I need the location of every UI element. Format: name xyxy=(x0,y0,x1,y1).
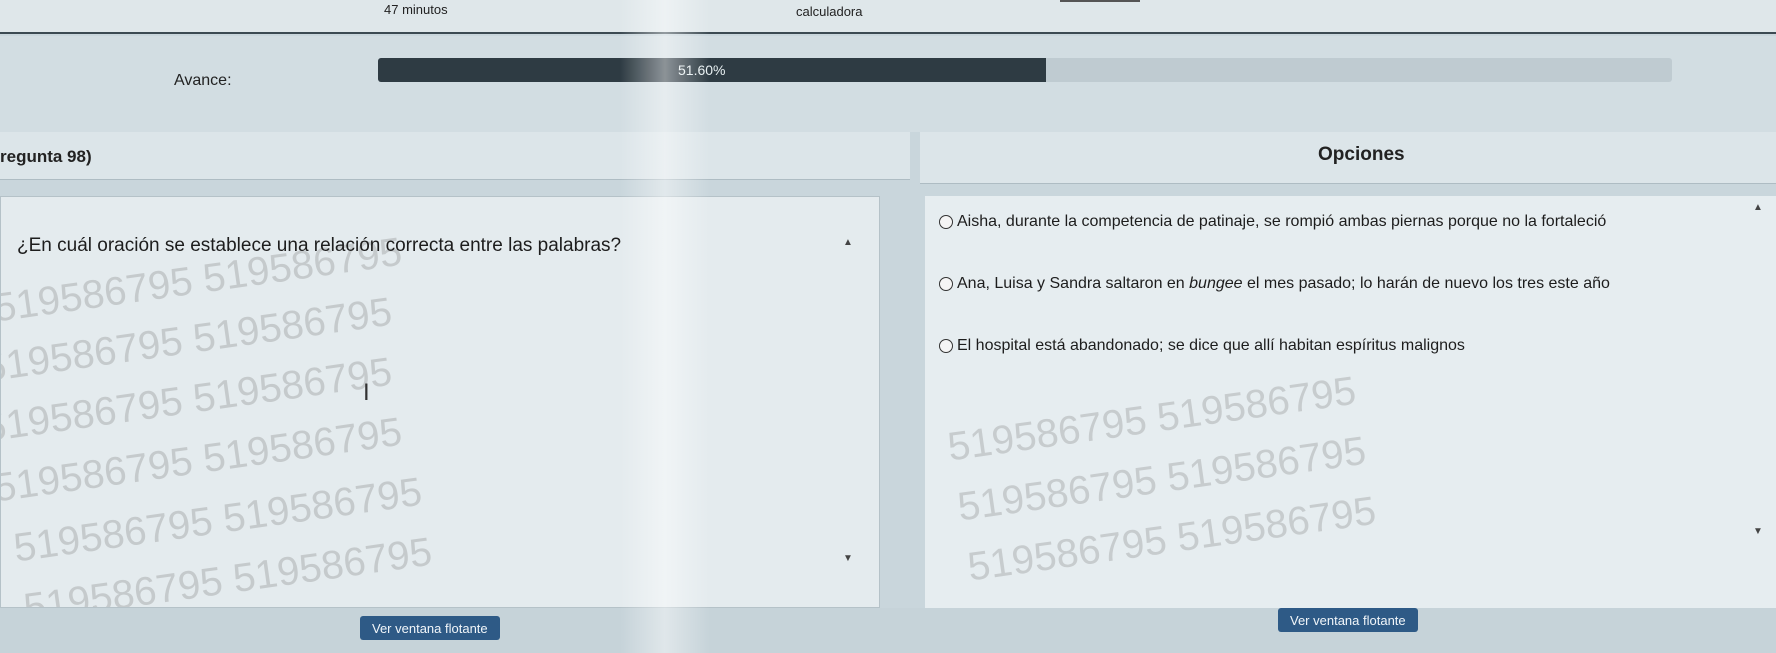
question-panel: 519586795 519586795 519586795 519586795 … xyxy=(0,196,880,608)
floating-window-button-question[interactable]: Ver ventana flotante xyxy=(360,616,500,640)
option-text-part: Ana, Luisa y Sandra saltaron en xyxy=(957,275,1190,292)
progress-bar xyxy=(378,58,1672,82)
scroll-down-icon[interactable]: ▼ xyxy=(843,553,853,564)
scroll-up-icon[interactable]: ▲ xyxy=(1753,202,1763,213)
bottom-bar: Ver ventana flotante Ver ventana flotant… xyxy=(0,608,1776,653)
options-header: Opciones xyxy=(920,132,1776,184)
floating-window-button-options[interactable]: Ver ventana flotante xyxy=(1278,608,1418,632)
option-text-part: el mes pasado; lo harán de nuevo los tre… xyxy=(1242,275,1610,292)
text-cursor-icon: I xyxy=(363,379,370,406)
watermark: 519586795 519586795 xyxy=(0,289,395,391)
scroll-down-icon[interactable]: ▼ xyxy=(1753,526,1763,537)
question-text: ¿En cuál oración se establece una relaci… xyxy=(17,235,622,256)
question-title: regunta 98) xyxy=(0,147,92,166)
calculator-link[interactable]: calculadora xyxy=(796,4,863,19)
watermark: 519586795 519586795 xyxy=(955,428,1369,530)
watermark: 519586795 519586795 xyxy=(945,368,1359,470)
watermark: 519586795 519586795 xyxy=(0,349,395,451)
option-1[interactable]: Aisha, durante la competencia de patinaj… xyxy=(939,208,1739,236)
radio-button[interactable] xyxy=(939,277,953,291)
watermark: 519586795 519586795 xyxy=(0,409,405,511)
watermark: 519586795 519586795 xyxy=(11,469,425,571)
watermark: 519586795 519586795 xyxy=(965,488,1379,590)
option-3[interactable]: El hospital está abandonado; se dice que… xyxy=(939,332,1739,360)
option-2[interactable]: Ana, Luisa y Sandra saltaron en bungee e… xyxy=(939,270,1739,298)
radio-button[interactable] xyxy=(939,215,953,229)
radio-button[interactable] xyxy=(939,339,953,353)
timer: 47 minutos xyxy=(384,2,448,17)
option-text: El hospital está abandonado; se dice que… xyxy=(957,337,1465,354)
option-text: Ana, Luisa y Sandra saltaron en bungee e… xyxy=(957,270,1739,298)
progress-label: Avance: xyxy=(174,72,232,89)
option-text: Aisha, durante la competencia de patinaj… xyxy=(957,213,1607,230)
progress-row: Avance: 51.60% xyxy=(0,36,1776,132)
watermark: 519586795 519586795 xyxy=(21,529,435,608)
top-divider xyxy=(1060,0,1140,2)
options-title: Opciones xyxy=(1318,144,1405,165)
scroll-up-icon[interactable]: ▲ xyxy=(843,237,853,248)
options-panel: 519586795 519586795 519586795 519586795 … xyxy=(925,196,1776,608)
question-header: regunta 98) xyxy=(0,132,910,180)
option-text-italic: bungee xyxy=(1189,275,1243,292)
progress-value: 51.60% xyxy=(678,62,726,78)
top-bar: 47 minutos calculadora xyxy=(0,0,1776,34)
